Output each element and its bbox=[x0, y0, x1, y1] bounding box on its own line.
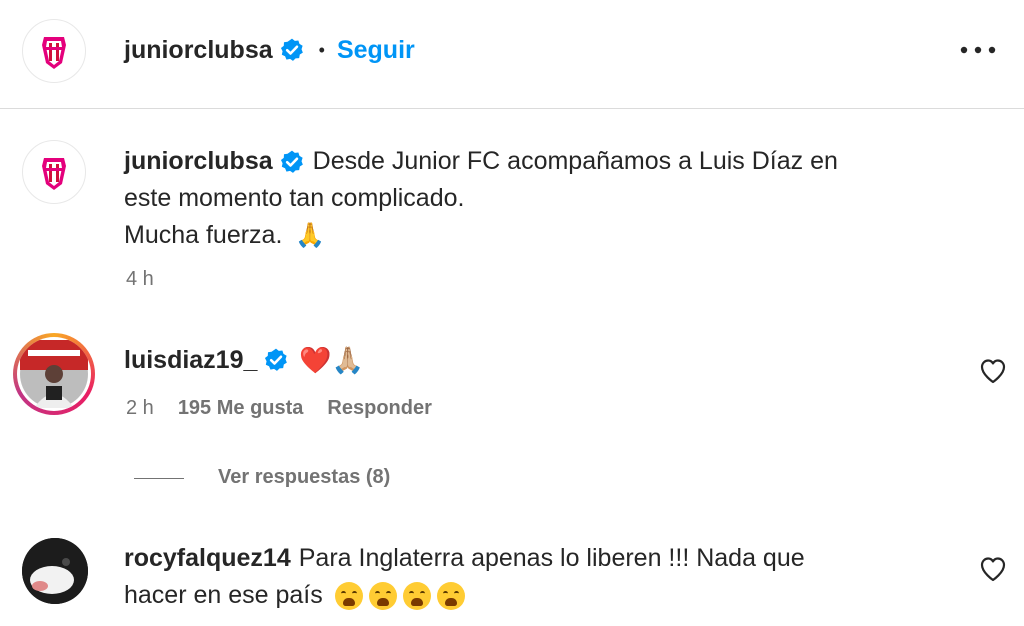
more-horizontal-icon bbox=[960, 46, 996, 54]
avatar-photo-icon bbox=[22, 538, 88, 604]
rocyfalquez-avatar[interactable] bbox=[22, 538, 88, 604]
header-username[interactable]: juniorclubsa bbox=[124, 36, 273, 65]
caption-text-2: este momento tan complicado. bbox=[124, 184, 465, 212]
luisdiaz-avatar bbox=[17, 337, 91, 411]
comment-1: luisdiaz19_ ❤️🙏🏼 bbox=[124, 340, 364, 380]
exhaling-face-emoji bbox=[402, 581, 431, 610]
junior-crest-icon bbox=[42, 158, 66, 190]
post-timestamp[interactable]: 4 h bbox=[126, 268, 154, 291]
view-replies-line bbox=[134, 478, 184, 479]
comment-2-username[interactable]: rocyfalquez14 bbox=[124, 544, 291, 572]
caption-username[interactable]: juniorclubsa bbox=[124, 143, 273, 180]
comment-2-text-2: hacer en ese país bbox=[124, 581, 323, 609]
exhaling-face-emoji bbox=[436, 581, 465, 610]
post-caption: juniorclubsa Desde Junior FC acompañamos… bbox=[124, 143, 984, 254]
follow-button[interactable]: Seguir bbox=[337, 36, 415, 65]
club-avatar[interactable] bbox=[22, 19, 86, 83]
like-comment-2-button[interactable] bbox=[979, 556, 1007, 582]
caption-avatar[interactable] bbox=[22, 140, 86, 204]
like-comment-1-button[interactable] bbox=[979, 358, 1007, 384]
caption-line-1: juniorclubsa Desde Junior FC acompañamos… bbox=[124, 143, 984, 180]
comment-1-time[interactable]: 2 h bbox=[126, 397, 154, 420]
more-options-button[interactable] bbox=[958, 36, 998, 64]
caption-text-3: Mucha fuerza. bbox=[124, 221, 283, 249]
comment-1-meta: 2 h 195 Me gusta Responder bbox=[126, 397, 432, 420]
post-header: juniorclubsa • Seguir bbox=[124, 32, 415, 68]
comment-1-text: ❤️🙏🏼 bbox=[299, 344, 365, 375]
caption-text-1: Desde Junior FC acompañamos a Luis Díaz … bbox=[312, 147, 838, 175]
comment-2: rocyfalquez14 Para Inglaterra apenas lo l… bbox=[124, 540, 984, 614]
comment-2-text-1: Para Inglaterra apenas lo liberen !!! Na… bbox=[298, 544, 805, 572]
exhaling-face-emoji bbox=[334, 581, 363, 610]
comment-1-likes[interactable]: 195 Me gusta bbox=[178, 397, 304, 420]
header-separator: • bbox=[318, 39, 325, 60]
caption-line-3: Mucha fuerza. 🙏 bbox=[124, 217, 984, 254]
heart-outline-icon bbox=[980, 557, 1006, 582]
heart-outline-icon bbox=[980, 359, 1006, 384]
avatar-photo-icon bbox=[20, 340, 88, 408]
comment-2-line-1: rocyfalquez14 Para Inglaterra apenas lo l… bbox=[124, 540, 984, 577]
comment-2-line-2: hacer en ese país bbox=[124, 577, 984, 614]
comment-1-username[interactable]: luisdiaz19_ bbox=[124, 346, 257, 375]
reply-button[interactable]: Responder bbox=[327, 397, 431, 420]
praying-hands-emoji: 🙏 bbox=[295, 222, 326, 249]
luisdiaz-avatar-ring[interactable] bbox=[13, 333, 95, 415]
exhaling-face-emoji bbox=[368, 581, 397, 610]
view-replies-button[interactable]: Ver respuestas (8) bbox=[218, 466, 390, 489]
header-divider bbox=[0, 108, 1024, 109]
junior-crest-icon bbox=[42, 37, 66, 69]
verified-badge-icon bbox=[280, 38, 303, 61]
verified-badge-icon bbox=[265, 348, 288, 371]
verified-badge-icon bbox=[280, 150, 303, 173]
